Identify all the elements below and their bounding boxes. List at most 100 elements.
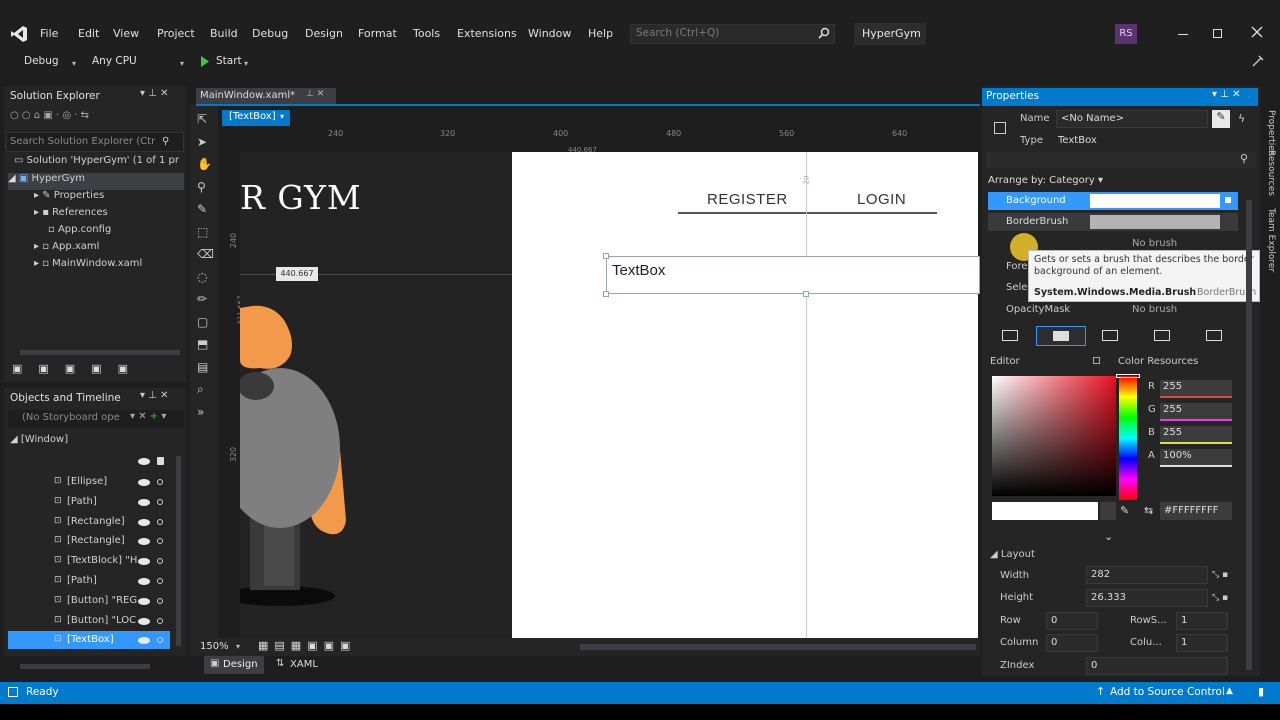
- side-tab-resources[interactable]: Resources: [1266, 150, 1276, 196]
- tree-item-references[interactable]: ▸ ▪ References: [34, 207, 108, 224]
- lock-icon[interactable]: [157, 479, 163, 485]
- start-button[interactable]: Start: [216, 55, 242, 67]
- brush-swatch[interactable]: [1090, 215, 1220, 229]
- window-node[interactable]: ◢ [Window]: [10, 434, 68, 445]
- rgba-slider[interactable]: [1160, 419, 1232, 421]
- horizontal-scrollbar[interactable]: [20, 350, 180, 355]
- rectangle-icon[interactable]: ▢: [197, 315, 213, 329]
- eraser-icon[interactable]: ⌫: [197, 247, 214, 261]
- resize-handle[interactable]: [603, 291, 609, 297]
- direct-select-icon[interactable]: ➤: [197, 135, 213, 149]
- side-tab-team[interactable]: Team Explorer: [1266, 208, 1276, 272]
- eyedropper-icon[interactable]: ◌: [197, 270, 213, 284]
- eye-icon[interactable]: [138, 498, 150, 506]
- menu-item[interactable]: Edit: [78, 27, 99, 40]
- brush-icon[interactable]: ⬚: [197, 225, 213, 239]
- tree-item-appconfig[interactable]: ▫ App.config: [48, 224, 111, 241]
- auto-size-icon[interactable]: ⤡ ▪: [1212, 570, 1228, 580]
- arrange-by[interactable]: Arrange by: Category ▾: [988, 175, 1103, 186]
- config-dropdown[interactable]: Debug: [24, 55, 59, 67]
- gradient-brush-tab[interactable]: [1102, 330, 1118, 341]
- rgba-field[interactable]: 100%: [1160, 449, 1232, 465]
- xaml-tab[interactable]: XAML: [290, 659, 318, 670]
- convert-icon[interactable]: ⇆: [1144, 504, 1153, 517]
- storyboard-controls[interactable]: ▾ ✕ + ▾: [130, 411, 166, 422]
- feedback-icon[interactable]: [1250, 55, 1264, 69]
- pencil-icon[interactable]: ✏: [197, 292, 213, 306]
- source-control-button[interactable]: Add to Source Control: [1110, 686, 1225, 698]
- zindex-field[interactable]: 0: [1086, 657, 1228, 675]
- name-field[interactable]: <No Name>: [1056, 110, 1208, 128]
- rgba-field[interactable]: 255: [1160, 403, 1232, 419]
- hue-slider[interactable]: [1119, 376, 1137, 500]
- rgba-slider[interactable]: [1160, 396, 1232, 398]
- search-input[interactable]: Search (Ctrl+Q): [636, 27, 719, 39]
- search-icon[interactable]: ⌕: [197, 382, 213, 396]
- login-button[interactable]: LOGIN: [857, 191, 906, 208]
- menu-item[interactable]: Project: [157, 27, 195, 40]
- lightning-icon[interactable]: ϟ: [1238, 112, 1245, 125]
- panel-controls[interactable]: ▾ ⊥ ✕: [140, 390, 168, 401]
- view-toggle-icons[interactable]: ▦▤▦▣▣▣: [258, 639, 356, 652]
- eye-icon[interactable]: [138, 458, 150, 465]
- eyedropper-icon[interactable]: ✎: [1120, 504, 1129, 517]
- eye-icon[interactable]: [138, 479, 150, 486]
- rgba-slider[interactable]: [1160, 442, 1232, 444]
- play-icon[interactable]: [200, 56, 210, 67]
- lock-icon[interactable]: [157, 457, 164, 465]
- rgba-field[interactable]: 255: [1160, 380, 1232, 396]
- eye-icon[interactable]: [138, 578, 150, 585]
- close-button[interactable]: [1250, 25, 1264, 39]
- menu-item[interactable]: Build: [210, 27, 238, 40]
- color-picker-area[interactable]: [992, 376, 1116, 496]
- resource-brush-tab[interactable]: [1206, 330, 1222, 341]
- menu-item[interactable]: View: [113, 27, 139, 40]
- menu-item[interactable]: Tools: [413, 27, 440, 40]
- canvas-hscroll[interactable]: [580, 644, 976, 650]
- tree-item-appxaml[interactable]: ▸ ▫ App.xaml: [34, 241, 99, 258]
- pin-icon[interactable]: ▾ ⊥ ✕: [140, 88, 168, 99]
- menu-item[interactable]: Format: [358, 27, 397, 40]
- close-tab-icon[interactable]: ⊥ ✕: [306, 89, 324, 99]
- menu-item[interactable]: File: [40, 27, 58, 40]
- menu-item[interactable]: Design: [305, 27, 343, 40]
- editor-toggle[interactable]: [1093, 357, 1100, 364]
- menu-item[interactable]: Help: [588, 27, 613, 40]
- tree-item-solution[interactable]: ▭ Solution 'HyperGym' (1 of 1 pr: [14, 155, 179, 172]
- tree-item-properties[interactable]: ▸ ✎ Properties: [34, 190, 104, 207]
- grid-icon[interactable]: ⬒: [197, 337, 213, 351]
- tree-item-project[interactable]: ◢ ▣ HyperGym: [8, 173, 184, 190]
- search-icon[interactable]: ⚲: [162, 136, 169, 147]
- column-field[interactable]: 0: [1046, 634, 1098, 652]
- property-search-box[interactable]: [986, 152, 1256, 168]
- restore-button[interactable]: [1213, 29, 1222, 38]
- lock-icon[interactable]: [157, 518, 163, 525]
- no-brush-tab[interactable]: [1002, 330, 1018, 341]
- menu-item[interactable]: Extensions: [457, 27, 517, 40]
- minimize-button[interactable]: [1178, 34, 1188, 35]
- menu-item[interactable]: Window: [528, 27, 571, 40]
- search-icon[interactable]: [818, 27, 830, 39]
- auto-size-icon[interactable]: ⤡ ▪: [1212, 593, 1228, 603]
- chevron-down-icon[interactable]: ⌄: [1104, 530, 1113, 543]
- platform-dropdown[interactable]: Any CPU: [92, 55, 137, 67]
- register-button[interactable]: REGISTER: [707, 191, 788, 208]
- notification-icon[interactable]: ▮: [1258, 685, 1264, 698]
- lock-icon[interactable]: [157, 578, 163, 584]
- panel-controls[interactable]: ▾ ⊥ ✕: [1212, 89, 1240, 100]
- rgba-slider[interactable]: [1160, 465, 1232, 467]
- search-icon[interactable]: ⚲: [1240, 152, 1248, 165]
- eye-icon[interactable]: [138, 617, 150, 625]
- wrench-icon[interactable]: ✎: [1212, 110, 1230, 128]
- selection-icon[interactable]: ⇱: [197, 112, 213, 126]
- brush-swatch[interactable]: [1090, 194, 1220, 208]
- horizontal-scrollbar[interactable]: [20, 664, 150, 669]
- zoom-icon[interactable]: ⚲: [197, 180, 213, 194]
- resize-handle[interactable]: [803, 291, 809, 297]
- rgba-field[interactable]: 255: [1160, 426, 1232, 442]
- pan-icon[interactable]: ✋: [197, 157, 213, 171]
- hue-handle[interactable]: [1116, 374, 1140, 378]
- advanced-marker[interactable]: [1225, 197, 1231, 203]
- text-icon[interactable]: ▤: [197, 360, 213, 374]
- resize-handle[interactable]: [603, 253, 609, 259]
